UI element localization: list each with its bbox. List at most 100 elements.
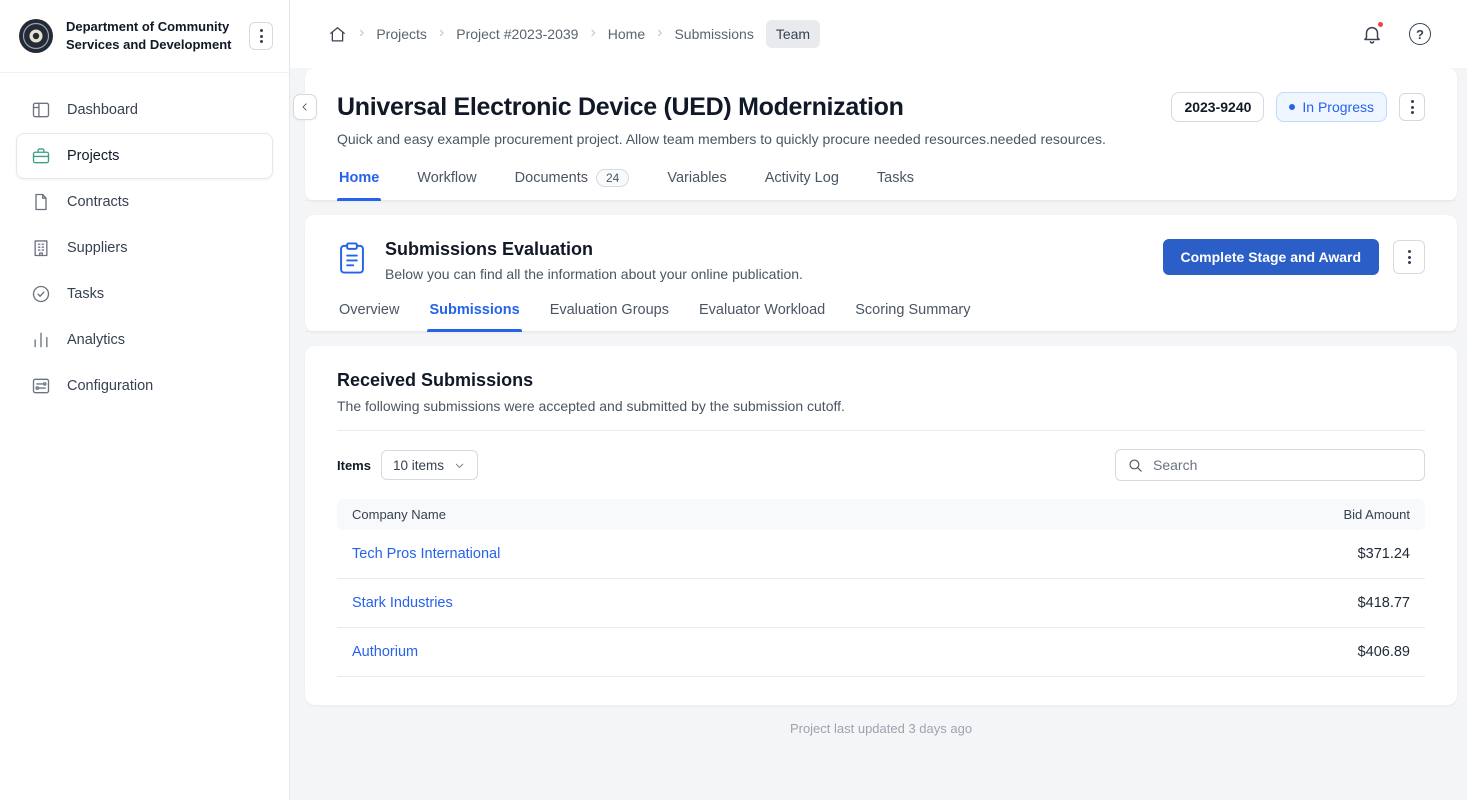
topbar: › Projects › Project #2023-2039 › Home ›… (290, 0, 1467, 68)
tab-label: Documents (515, 170, 588, 186)
stage-title: Submissions Evaluation (385, 239, 1163, 260)
breadcrumb-project-id[interactable]: Project #2023-2039 (456, 26, 578, 42)
tab-submissions[interactable]: Submissions (427, 300, 521, 331)
clipboard-icon (337, 241, 369, 275)
chevron-down-icon (453, 459, 466, 472)
sidebar-item-dashboard[interactable]: Dashboard (16, 87, 273, 133)
status-label: In Progress (1302, 99, 1374, 115)
sidebar-item-configuration[interactable]: Configuration (16, 363, 273, 409)
sidebar-item-label: Analytics (67, 332, 125, 348)
tab-label: Tasks (877, 170, 914, 186)
stage-card: Submissions Evaluation Below you can fin… (305, 215, 1457, 332)
company-link[interactable]: Authorium (352, 644, 418, 660)
stage-actions: Complete Stage and Award (1163, 239, 1425, 275)
items-per-page-value: 10 items (393, 458, 444, 473)
notifications-button[interactable] (1361, 23, 1383, 45)
tab-label: Variables (667, 170, 726, 186)
sidebar-item-label: Projects (67, 148, 119, 164)
search-icon (1127, 457, 1144, 474)
tab-tasks[interactable]: Tasks (875, 167, 916, 200)
bid-amount: $371.24 (1043, 530, 1425, 579)
tab-scoring-summary[interactable]: Scoring Summary (853, 300, 972, 331)
help-icon[interactable]: ? (1409, 23, 1431, 45)
company-link[interactable]: Stark Industries (352, 595, 453, 611)
tab-label: Scoring Summary (855, 302, 970, 318)
items-per-page-select[interactable]: 10 items (381, 450, 478, 480)
main-area: › Projects › Project #2023-2039 › Home ›… (290, 0, 1467, 800)
tab-workflow[interactable]: Workflow (415, 167, 478, 200)
building-icon (31, 238, 51, 258)
sidebar-item-contracts[interactable]: Contracts (16, 179, 273, 225)
status-dot-icon (1289, 104, 1295, 110)
page-title: Universal Electronic Device (UED) Modern… (337, 93, 1159, 122)
complete-stage-button[interactable]: Complete Stage and Award (1163, 239, 1379, 275)
items-label: Items (337, 458, 371, 473)
tab-overview[interactable]: Overview (337, 300, 401, 331)
briefcase-icon (31, 146, 51, 166)
sidebar-item-suppliers[interactable]: Suppliers (16, 225, 273, 271)
org-seal-logo (18, 18, 54, 54)
app-root: Department of Community Services and Dev… (0, 0, 1467, 800)
breadcrumb-projects[interactable]: Projects (376, 26, 427, 42)
chevron-right-icon: › (439, 25, 444, 41)
home-icon[interactable] (328, 25, 347, 44)
project-menu-button[interactable] (1399, 93, 1425, 121)
sidebar-item-projects[interactable]: Projects (16, 133, 273, 179)
tab-documents[interactable]: Documents 24 (513, 167, 632, 200)
stage-menu-button[interactable] (1393, 240, 1425, 274)
search-box[interactable] (1115, 449, 1425, 481)
breadcrumb-submissions[interactable]: Submissions (674, 26, 753, 42)
search-input[interactable] (1153, 457, 1413, 473)
chevron-right-icon: › (657, 25, 662, 41)
check-circle-icon (31, 284, 51, 304)
stage-subtitle: Below you can find all the information a… (385, 266, 1163, 282)
project-card: Universal Electronic Device (UED) Modern… (305, 68, 1457, 201)
tab-label: Evaluation Groups (550, 302, 669, 318)
tab-home[interactable]: Home (337, 167, 381, 200)
kebab-icon (260, 29, 263, 43)
tab-evaluation-groups[interactable]: Evaluation Groups (548, 300, 671, 331)
project-tabs: Home Workflow Documents 24 Variables Act… (305, 167, 1457, 201)
tab-variables[interactable]: Variables (665, 167, 728, 200)
sidebar-item-label: Contracts (67, 194, 129, 210)
submissions-table: Company Name Bid Amount Tech Pros Intern… (337, 499, 1425, 677)
breadcrumb-home[interactable]: Home (608, 26, 645, 42)
tab-label: Overview (339, 302, 399, 318)
divider (337, 430, 1425, 431)
sidebar-item-tasks[interactable]: Tasks (16, 271, 273, 317)
tab-label: Activity Log (765, 170, 839, 186)
topbar-actions: ? (1361, 23, 1443, 45)
sidebar-item-label: Configuration (67, 378, 153, 394)
status-badge: In Progress (1276, 92, 1387, 122)
tab-label: Evaluator Workload (699, 302, 825, 318)
table-row: Authorium $406.89 (337, 628, 1425, 677)
column-header-company: Company Name (337, 499, 1043, 530)
tab-evaluator-workload[interactable]: Evaluator Workload (697, 300, 827, 331)
org-menu-button[interactable] (249, 22, 273, 50)
sidebar-item-label: Dashboard (67, 102, 138, 118)
settings-panel-icon (31, 376, 51, 396)
project-id-badge: 2023-9240 (1171, 92, 1264, 122)
collapse-panel-button[interactable] (293, 94, 317, 120)
table-row: Tech Pros International $371.24 (337, 530, 1425, 579)
org-header: Department of Community Services and Dev… (0, 0, 289, 73)
tab-activity-log[interactable]: Activity Log (763, 167, 841, 200)
last-updated-note: Project last updated 3 days ago (305, 721, 1457, 736)
kebab-icon (1411, 100, 1414, 114)
table-controls: Items 10 items (337, 449, 1425, 481)
tab-label: Workflow (417, 170, 476, 186)
page-content: Universal Electronic Device (UED) Modern… (290, 68, 1467, 800)
chevron-right-icon: › (359, 25, 364, 41)
sidebar-item-analytics[interactable]: Analytics (16, 317, 273, 363)
table-row: Stark Industries $418.77 (337, 579, 1425, 628)
column-header-bid: Bid Amount (1043, 499, 1425, 530)
tab-label: Submissions (429, 302, 519, 318)
org-name: Department of Community Services and Dev… (66, 18, 239, 53)
bid-amount: $418.77 (1043, 579, 1425, 628)
sidebar: Department of Community Services and Dev… (0, 0, 290, 800)
items-per-page-group: Items 10 items (337, 450, 478, 480)
company-link[interactable]: Tech Pros International (352, 546, 500, 562)
section-title: Received Submissions (337, 370, 1425, 391)
dashboard-icon (31, 100, 51, 120)
sidebar-nav: Dashboard Projects Contracts Suppliers (0, 73, 289, 423)
